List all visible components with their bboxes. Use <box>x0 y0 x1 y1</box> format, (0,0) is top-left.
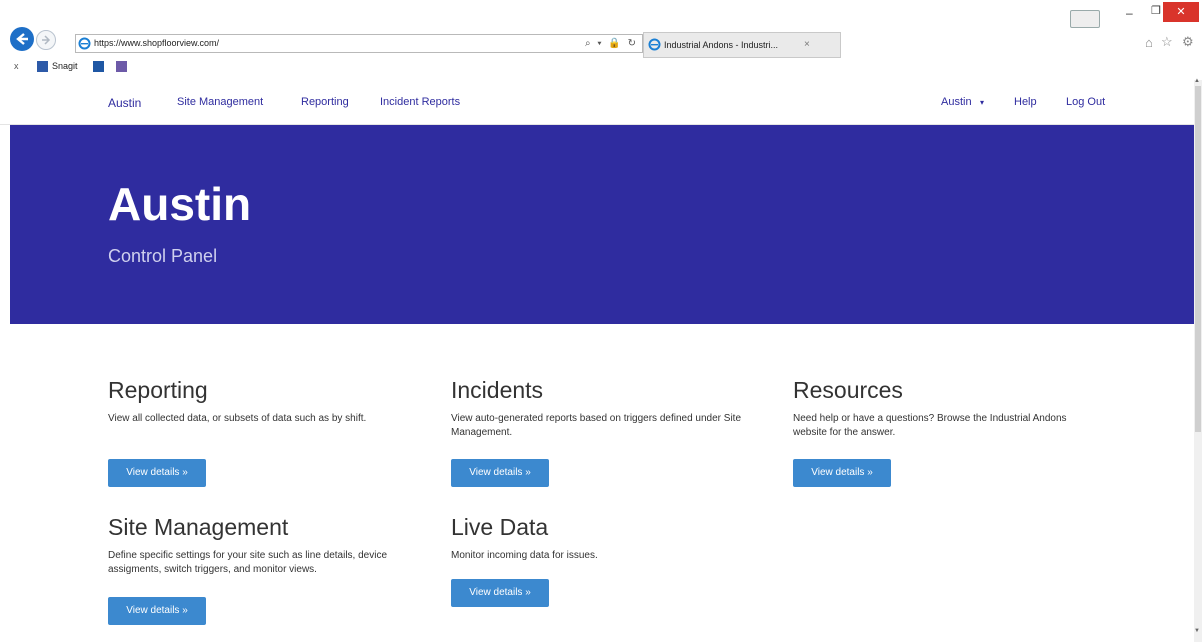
nav-incident-reports[interactable]: Incident Reports <box>380 96 460 108</box>
back-button[interactable] <box>10 27 34 51</box>
scrollbar-thumb[interactable] <box>1195 86 1201 432</box>
view-details-button-resources[interactable]: View details » <box>793 459 891 487</box>
nav-reporting[interactable]: Reporting <box>301 96 349 108</box>
forward-arrow-icon <box>42 35 51 45</box>
back-arrow-icon <box>16 33 28 45</box>
card-title: Reporting <box>108 377 208 403</box>
nav-site-management[interactable]: Site Management <box>177 96 263 108</box>
card-incidents: Incidents View auto-generated reports ba… <box>451 377 761 487</box>
card-site-management: Site Management Define specific settings… <box>108 514 418 625</box>
view-details-button-reporting[interactable]: View details » <box>108 459 206 487</box>
user-dropdown[interactable]: Austin <box>941 96 972 108</box>
minimize-icon[interactable]: – <box>1126 6 1133 20</box>
page-subtitle: Control Panel <box>108 246 218 266</box>
page-title: Austin <box>108 178 252 230</box>
favorites-star-icon[interactable]: ☆ <box>1161 34 1173 50</box>
nav-log-out[interactable]: Log Out <box>1066 96 1105 108</box>
card-description: Need help or have a questions? Browse th… <box>793 413 1067 438</box>
snagit-icon[interactable] <box>37 61 48 72</box>
browser-chrome: https://www.shopfloorview.com/ ⌕ ▾ 🔒 ↻ I… <box>0 0 1202 79</box>
home-icon[interactable]: ⌂ <box>1145 35 1153 50</box>
view-details-button-live-data[interactable]: View details » <box>451 579 549 607</box>
favorites-bar: x Snagit <box>0 58 1202 77</box>
scroll-down-icon[interactable]: ▼ <box>1194 628 1200 634</box>
favorite-folder-icon[interactable] <box>116 61 127 72</box>
card-title: Live Data <box>451 514 549 540</box>
card-description: View all collected data, or subsets of d… <box>108 413 367 424</box>
card-title: Site Management <box>108 514 289 540</box>
close-icon: ✕ <box>1176 6 1186 18</box>
scroll-up-icon[interactable]: ▲ <box>1194 78 1200 84</box>
favorite-app-icon[interactable] <box>93 61 104 72</box>
browser-tab[interactable]: Industrial Andons - Industri... × <box>643 32 841 58</box>
ie-logo-icon <box>78 37 91 50</box>
card-live-data: Live Data Monitor incoming data for issu… <box>451 514 761 607</box>
site-navbar: Austin Site Management Reporting Inciden… <box>0 80 1194 125</box>
card-resources: Resources Need help or have a questions?… <box>793 377 1103 487</box>
gear-icon[interactable]: ⚙ <box>1182 34 1194 50</box>
hero-banner: Austin Control Panel <box>10 125 1194 324</box>
close-favorites-icon[interactable]: x <box>14 61 19 71</box>
chevron-down-icon[interactable]: ▾ <box>980 98 984 107</box>
ie-logo-icon <box>648 38 661 51</box>
view-details-button-incidents[interactable]: View details » <box>451 459 549 487</box>
tab-title: Industrial Andons - Industri... <box>664 40 779 50</box>
brand-link[interactable]: Austin <box>108 96 141 110</box>
card-reporting: Reporting View all collected data, or su… <box>108 377 418 487</box>
address-bar[interactable]: https://www.shopfloorview.com/ ⌕ ▾ 🔒 ↻ <box>75 34 643 53</box>
card-description: Define specific settings for your site s… <box>108 550 388 575</box>
card-title: Incidents <box>451 377 544 403</box>
address-tools[interactable]: ⌕ ▾ 🔒 ↻ <box>585 35 638 52</box>
restore-icon[interactable]: ❐ <box>1151 4 1161 17</box>
card-title: Resources <box>793 377 903 403</box>
window-close-button[interactable]: ✕ <box>1163 2 1199 22</box>
forward-button[interactable] <box>36 30 56 50</box>
favorite-snagit[interactable]: Snagit <box>52 61 78 71</box>
address-url: https://www.shopfloorview.com/ <box>94 38 220 48</box>
card-description: View auto-generated reports based on tri… <box>451 413 742 438</box>
view-details-button-site-management[interactable]: View details » <box>108 597 206 625</box>
vertical-scrollbar[interactable]: ▲ ▼ <box>1194 78 1202 642</box>
chat-icon[interactable] <box>1070 10 1100 28</box>
tab-close-icon[interactable]: × <box>804 33 810 57</box>
nav-help[interactable]: Help <box>1014 96 1037 108</box>
card-description: Monitor incoming data for issues. <box>451 550 598 561</box>
